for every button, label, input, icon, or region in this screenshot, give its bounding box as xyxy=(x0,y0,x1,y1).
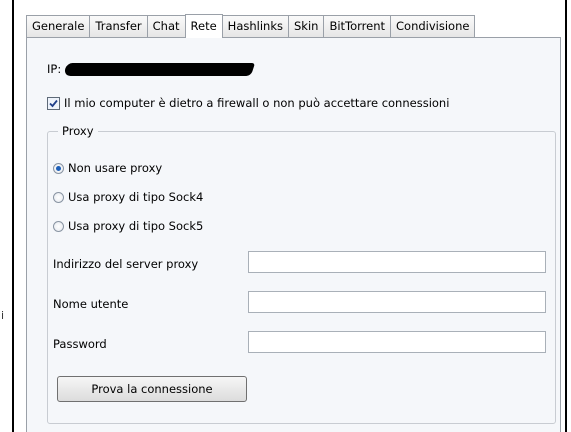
radio-sock4-button[interactable] xyxy=(53,191,64,203)
radio-no-proxy[interactable]: Non usare proxy xyxy=(53,161,162,175)
checkmark-icon xyxy=(49,99,58,107)
stray-text-fragment: i xyxy=(1,309,5,322)
username-label: Nome utente xyxy=(53,297,129,311)
radio-sock4[interactable]: Usa proxy di tipo Sock4 xyxy=(53,190,203,204)
ip-row: IP: xyxy=(47,62,256,76)
proxy-server-label: Indirizzo del server proxy xyxy=(53,257,199,271)
firewall-checkbox[interactable] xyxy=(47,96,60,110)
radio-sock5-button[interactable] xyxy=(53,220,64,232)
radio-no-proxy-button[interactable] xyxy=(53,162,64,174)
radio-sock5-label: Usa proxy di tipo Sock5 xyxy=(68,219,204,233)
tab-generale[interactable]: Generale xyxy=(26,15,91,37)
tab-rete[interactable]: Rete xyxy=(184,14,223,38)
radio-sock5[interactable]: Usa proxy di tipo Sock5 xyxy=(53,219,203,233)
tab-condivisione[interactable]: Condivisione xyxy=(390,15,476,37)
proxy-legend: Proxy xyxy=(58,124,98,138)
proxy-server-input[interactable] xyxy=(248,251,546,273)
radio-no-proxy-label: Non usare proxy xyxy=(68,161,163,175)
radio-sock4-label: Usa proxy di tipo Sock4 xyxy=(68,190,204,204)
password-input[interactable] xyxy=(248,331,546,353)
proxy-groupbox: Proxy Non usare proxy Usa proxy di tipo … xyxy=(47,124,556,424)
ip-label: IP: xyxy=(47,62,62,76)
tab-bar: Generale Transfer Chat Rete Hashlinks Sk… xyxy=(26,14,476,38)
radio-selected-dot xyxy=(56,165,61,171)
tab-hashlinks[interactable]: Hashlinks xyxy=(221,15,289,37)
ip-redaction xyxy=(63,62,256,76)
tab-skin[interactable]: Skin xyxy=(287,15,325,37)
test-connection-button[interactable]: Prova la connessione xyxy=(57,376,247,402)
password-label: Password xyxy=(53,337,107,351)
tab-chat[interactable]: Chat xyxy=(146,15,186,37)
rete-panel: IP: Il mio computer è dietro a firewall … xyxy=(26,37,561,432)
tab-bittorrent[interactable]: BitTorrent xyxy=(323,15,392,37)
firewall-label: Il mio computer è dietro a firewall o no… xyxy=(64,96,450,110)
username-input[interactable] xyxy=(248,291,546,313)
tab-transfer[interactable]: Transfer xyxy=(89,15,148,37)
options-window: Generale Transfer Chat Rete Hashlinks Sk… xyxy=(12,0,567,432)
firewall-option[interactable]: Il mio computer è dietro a firewall o no… xyxy=(47,96,449,110)
